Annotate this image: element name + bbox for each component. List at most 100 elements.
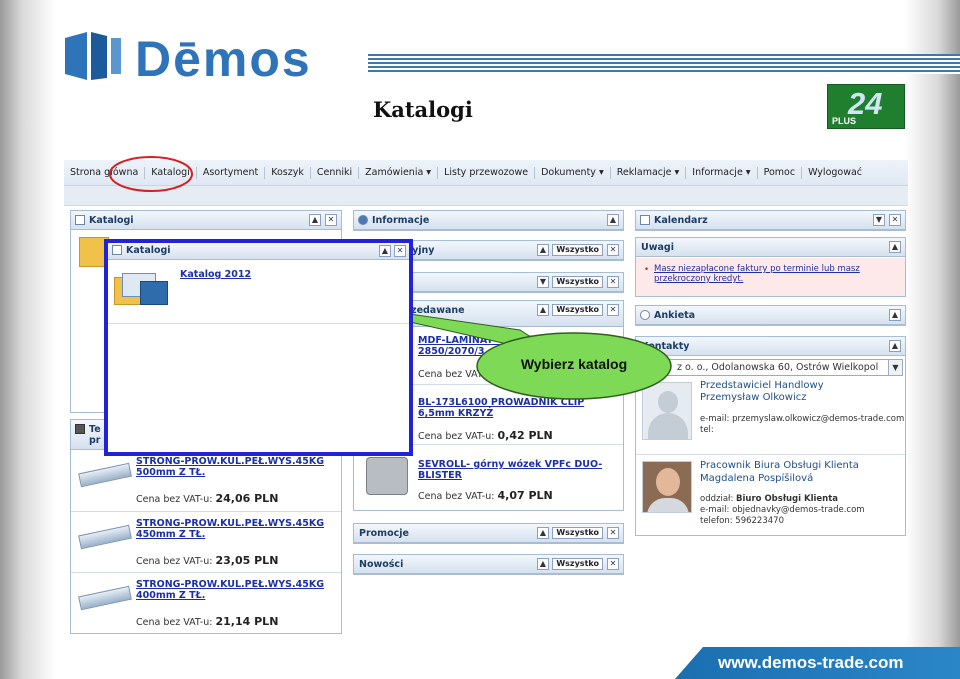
price-label: Cena bez VAT-u: xyxy=(136,617,213,628)
contact1-tel: tel: xyxy=(700,425,714,435)
sub-toolbar xyxy=(64,186,908,206)
menu-strona-glowna[interactable]: Strona główna xyxy=(64,166,146,179)
kalendarz-portlet: Kalendarz ▼ ✕ xyxy=(635,210,906,231)
menu-reklamacje[interactable]: Reklamacje ▾ xyxy=(611,166,687,179)
callout-text: Wybierz katalog xyxy=(520,356,628,372)
product-image xyxy=(366,457,408,495)
company-select[interactable]: z o. o., Odolanowska 60, Ostrów Wielkopo… xyxy=(638,359,903,376)
menu-wylogowac[interactable]: Wylogować xyxy=(802,167,868,179)
product-image xyxy=(78,524,132,550)
footer-url: www.demos-trade.com xyxy=(718,653,904,672)
close-icon[interactable]: ✕ xyxy=(394,245,406,257)
nowosci-portlet: Nowości ▲ Wszystko ✕ xyxy=(353,554,624,575)
product-link[interactable]: STRONG-PROW.KUL.PEŁ.WYS.45KG 450mm Z TŁ. xyxy=(136,518,324,540)
close-icon[interactable]: ✕ xyxy=(607,276,619,288)
collapse-icon[interactable]: ▲ xyxy=(607,214,619,226)
uwagi-link[interactable]: Masz niezapłacone faktury po terminie lu… xyxy=(654,264,860,284)
close-icon[interactable]: ✕ xyxy=(607,527,619,539)
main-menu: Strona główna Katalogi Asortyment Koszyk… xyxy=(64,160,908,186)
uwagi-body: • Masz niezapłacone faktury po terminie … xyxy=(636,258,905,296)
ankieta-title: Ankieta xyxy=(654,310,696,321)
product-link[interactable]: STRONG-PROW.KUL.PEŁ.WYS.45KG 500mm Z TŁ. xyxy=(136,456,324,478)
price-value: 24,06 PLN xyxy=(215,492,279,505)
price-value: 4,07 PLN xyxy=(497,489,553,502)
close-icon[interactable]: ✕ xyxy=(607,304,619,316)
collapse-icon[interactable]: ▲ xyxy=(537,304,549,316)
product-link[interactable]: STRONG-PROW.KUL.PEŁ.WYS.45KG 400mm Z TŁ. xyxy=(136,579,324,601)
close-icon[interactable]: ✕ xyxy=(889,214,901,226)
expand-icon[interactable]: ▼ xyxy=(537,276,549,288)
menu-dokumenty[interactable]: Dokumenty ▾ xyxy=(535,166,611,179)
menu-asortyment[interactable]: Asortyment xyxy=(197,166,266,179)
product-row: STRONG-PROW.KUL.PEŁ.WYS.45KG 400mm Z TŁ.… xyxy=(71,573,341,633)
katalogi-popup: Katalogi ▲ ✕ Katalog 2012 xyxy=(104,239,413,456)
chevron-down-icon[interactable]: ▼ xyxy=(888,360,902,375)
product-image xyxy=(78,462,132,488)
catalog-link[interactable]: Katalog 2012 xyxy=(180,269,251,280)
expand-icon[interactable]: ▼ xyxy=(873,214,885,226)
promocje-portlet: Promocje ▲ Wszystko ✕ xyxy=(353,523,624,544)
nowosci-header: Nowości ▲ Wszystko ✕ xyxy=(354,555,623,574)
menu-zamowienia[interactable]: Zamówienia ▾ xyxy=(359,166,439,179)
contact1-name: Przemysław Olkowicz xyxy=(700,392,807,403)
close-icon[interactable]: ✕ xyxy=(607,558,619,570)
top-products-title: Te xyxy=(89,424,101,435)
close-icon[interactable]: ✕ xyxy=(607,244,619,256)
product-link[interactable]: SEVROLL- górny wózek VPFc DUO-BLISTER xyxy=(418,459,602,481)
plus24-badge: 24 PLUS xyxy=(827,84,905,129)
contact2-email: e-mail: objednavky@demos-trade.com xyxy=(700,505,865,515)
close-icon[interactable]: ✕ xyxy=(325,214,337,226)
wszystko-button[interactable]: Wszystko xyxy=(552,304,603,316)
price-label: Cena bez VAT-u: xyxy=(418,431,495,442)
collapse-icon[interactable]: ▲ xyxy=(889,309,901,321)
price-label: Cena bez VAT-u: xyxy=(136,556,213,567)
menu-pomoc[interactable]: Pomoc xyxy=(758,166,803,179)
catalog-icon xyxy=(112,245,122,255)
kalendarz-header: Kalendarz ▼ ✕ xyxy=(636,211,905,230)
product-link[interactable]: MDF-LAMINAT "Pfleiderer" 2850/2070/3 xyxy=(418,335,559,357)
menu-katalogi[interactable]: Katalogi xyxy=(145,166,197,179)
wszystko-button[interactable]: Wszystko xyxy=(552,558,603,570)
collapse-icon[interactable]: ▲ xyxy=(309,214,321,226)
catalog-thumbnail[interactable] xyxy=(114,271,170,307)
collapse-icon[interactable]: ▲ xyxy=(537,527,549,539)
logo-text: Dēmos xyxy=(135,31,312,82)
wszystko-button[interactable]: Wszystko xyxy=(552,244,603,256)
popup-header: Katalogi ▲ ✕ xyxy=(108,243,409,260)
collapse-icon[interactable]: ▲ xyxy=(537,244,549,256)
calendar-icon xyxy=(640,215,650,225)
menu-cenniki[interactable]: Cenniki xyxy=(311,166,360,179)
price-label: Cena bez VAT-u: xyxy=(418,491,495,502)
product-row: STRONG-PROW.KUL.PEŁ.WYS.45KG 450mm Z TŁ.… xyxy=(71,512,341,573)
catalog-item: Katalog 2012 xyxy=(180,269,251,280)
promocje-title: Promocje xyxy=(359,528,409,539)
avatar-placeholder xyxy=(642,382,692,440)
collapse-icon[interactable]: ▲ xyxy=(889,340,901,352)
alert-icon xyxy=(75,424,85,434)
contact2-name: Magdalena Pospíšilová xyxy=(700,473,814,484)
uwagi-portlet: Uwagi ▲ • Masz niezapłacone faktury po t… xyxy=(635,237,906,297)
wszystko-button[interactable]: Wszystko xyxy=(552,527,603,539)
slide-title: Katalogi xyxy=(373,97,473,122)
company-select-value: z o. o., Odolanowska 60, Ostrów Wielkopo… xyxy=(677,362,879,373)
product-link[interactable]: BL-173L6100 PROWADNIK CLIP 6,5mm KRZYŻ xyxy=(418,397,584,419)
menu-koszyk[interactable]: Koszyk xyxy=(265,166,311,179)
contact2-tel: telefon: 596223470 xyxy=(700,516,784,526)
collapse-icon[interactable]: ▲ xyxy=(889,241,901,253)
informacje-header: Informacje ▲ xyxy=(354,211,623,230)
ankieta-header: Ankieta ▲ xyxy=(636,306,905,325)
informacje-portlet: Informacje ▲ xyxy=(353,210,624,231)
catalog-icon xyxy=(75,215,85,225)
collapse-icon[interactable]: ▲ xyxy=(537,558,549,570)
contact2-dept: oddział: Biuro Obsługi Klienta xyxy=(700,494,838,504)
nowosci-title: Nowości xyxy=(359,559,404,570)
collapse-icon[interactable]: ▲ xyxy=(379,245,391,257)
contact1-email: e-mail: przemyslaw.olkowicz@demos-trade.… xyxy=(700,414,905,424)
kontakty-portlet: Kontakty ▲ z o. o., Odolanowska 60, Ostr… xyxy=(635,336,906,536)
menu-listy-przewozowe[interactable]: Listy przewozowe xyxy=(438,166,536,179)
menu-informacje[interactable]: Informacje ▾ xyxy=(686,166,758,179)
wszystko-button[interactable]: Wszystko xyxy=(552,276,603,288)
promocje-header: Promocje ▲ Wszystko ✕ xyxy=(354,524,623,543)
demos-logo: Dēmos xyxy=(65,31,312,82)
dept-label: oddział: xyxy=(700,494,734,504)
